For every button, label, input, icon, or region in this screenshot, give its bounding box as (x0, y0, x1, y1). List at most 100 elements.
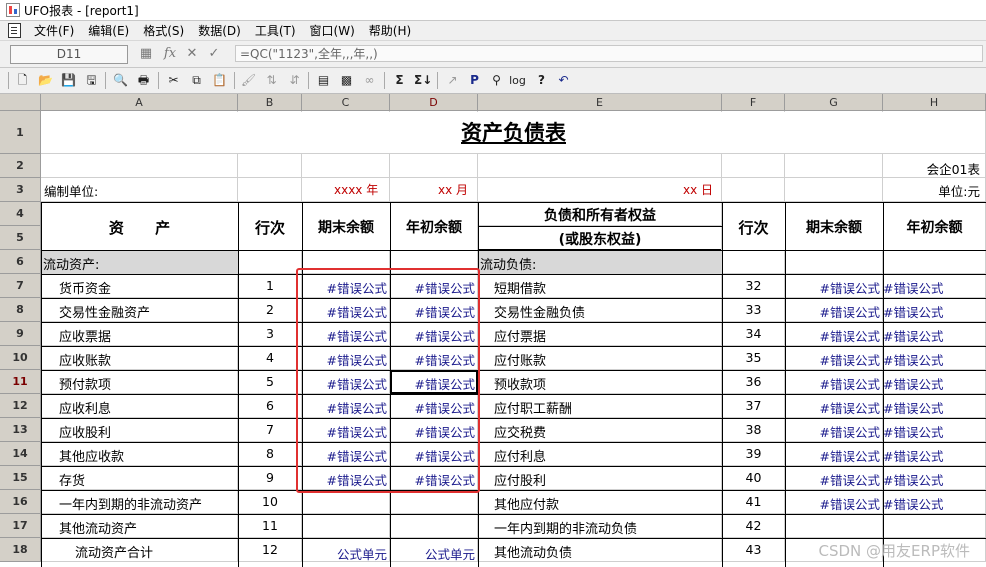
column-header-B[interactable]: B (238, 94, 302, 111)
row-header-15[interactable]: 15 (0, 466, 41, 490)
print-preview-icon[interactable]: 🔍 (112, 72, 129, 89)
sum-all-icon[interactable]: Σ↓ (414, 72, 432, 89)
liability-begin-balance[interactable]: #错误公式 (883, 278, 943, 297)
liability-begin-balance[interactable]: #错误公式 (883, 350, 943, 369)
menu-data[interactable]: 数据(D) (191, 22, 248, 39)
cell-B3[interactable] (238, 178, 302, 202)
chart-icon[interactable]: ↗ (444, 72, 461, 89)
liability-begin-balance[interactable]: #错误公式 (883, 302, 943, 321)
cell-G17[interactable] (785, 514, 883, 538)
liability-begin-balance[interactable]: #错误公式 (883, 326, 943, 345)
cell-D2[interactable] (390, 154, 478, 178)
cell-D16[interactable] (390, 490, 478, 514)
row-header-1[interactable]: 1 (0, 111, 41, 154)
row-header-10[interactable]: 10 (0, 346, 41, 370)
binoculars-icon[interactable]: ∞ (361, 72, 378, 89)
sort-desc-icon[interactable]: ⇵ (286, 72, 303, 89)
row-header-7[interactable]: 7 (0, 274, 41, 298)
menu-tools[interactable]: 工具(T) (248, 22, 303, 39)
column-header-C[interactable]: C (302, 94, 390, 111)
format-painter-icon[interactable]: 🖌 (240, 72, 257, 89)
cell-F3[interactable] (722, 178, 785, 202)
menu-help[interactable]: 帮助(H) (362, 22, 418, 39)
cell-G3[interactable] (785, 178, 883, 202)
liability-end-balance[interactable]: #错误公式 (785, 374, 880, 393)
cell-D17[interactable] (390, 514, 478, 538)
liability-end-balance[interactable]: #错误公式 (785, 422, 880, 441)
undo-icon[interactable]: ↶ (555, 72, 572, 89)
column-header-D[interactable]: D (390, 94, 478, 111)
row-header-16[interactable]: 16 (0, 490, 41, 514)
formula-input[interactable]: =QC("1123",全年,,,年,,) (235, 45, 983, 62)
sum-icon[interactable]: Σ (391, 72, 408, 89)
liability-end-balance[interactable]: #错误公式 (785, 278, 880, 297)
menu-file[interactable]: 文件(F) (27, 22, 81, 39)
insert-function-icon[interactable]: ▤ (315, 72, 332, 89)
print-icon[interactable]: 🖶 (135, 72, 152, 89)
row-header-5[interactable]: 5 (0, 226, 41, 250)
confirm-icon[interactable]: ✓ (206, 46, 222, 62)
liability-end-balance[interactable]: #错误公式 (785, 302, 880, 321)
asset-total-end[interactable]: 公式单元 (302, 544, 387, 563)
liability-begin-balance[interactable]: #错误公式 (883, 374, 943, 393)
cell-B2[interactable] (238, 154, 302, 178)
row-header-14[interactable]: 14 (0, 442, 41, 466)
cell-G2[interactable] (785, 154, 883, 178)
spreadsheet-grid[interactable]: A B C D E F G H 1 2 3 4 5 6 7 8 9 10 11 12 13 14 15 16 17 18 资产负债表… (0, 94, 986, 567)
bold-p-icon[interactable]: P (466, 72, 483, 89)
document-icon[interactable] (8, 23, 21, 38)
save-as-icon[interactable]: 🖫 (83, 72, 100, 89)
liability-end-balance[interactable]: #错误公式 (785, 446, 880, 465)
open-folder-icon[interactable]: 📂 (37, 72, 54, 89)
liability-end-balance[interactable]: #错误公式 (785, 350, 880, 369)
select-all-corner[interactable] (0, 94, 41, 111)
liability-begin-balance[interactable]: #错误公式 (883, 470, 943, 489)
row-header-12[interactable]: 12 (0, 394, 41, 418)
cell-E2[interactable] (478, 154, 722, 178)
print-setup-icon[interactable]: ⚲ (488, 72, 505, 89)
cut-icon[interactable]: ✂ (165, 72, 182, 89)
cell-F2[interactable] (722, 154, 785, 178)
cell-A2[interactable] (41, 154, 238, 178)
liability-end-balance[interactable]: #错误公式 (785, 494, 880, 513)
cell-H17[interactable] (883, 514, 986, 538)
cell-B6[interactable] (238, 250, 302, 274)
liability-begin-balance[interactable]: #错误公式 (883, 422, 943, 441)
liability-begin-balance[interactable]: #错误公式 (883, 398, 943, 417)
merge-cells-icon[interactable]: ▩ (338, 72, 355, 89)
save-icon[interactable]: 💾 (60, 72, 77, 89)
liability-begin-balance[interactable]: #错误公式 (883, 494, 943, 513)
row-header-2[interactable]: 2 (0, 154, 41, 178)
cell-F6[interactable] (722, 250, 785, 274)
column-header-G[interactable]: G (785, 94, 883, 111)
row-header-6[interactable]: 6 (0, 250, 41, 274)
liability-end-balance[interactable]: #错误公式 (785, 470, 880, 489)
menu-format[interactable]: 格式(S) (136, 22, 191, 39)
cell-C16[interactable] (302, 490, 390, 514)
cell-C2[interactable] (302, 154, 390, 178)
asset-total-begin[interactable]: 公式单元 (390, 544, 475, 563)
active-cell-D11[interactable] (390, 370, 478, 394)
fx-icon[interactable]: fx (162, 46, 178, 62)
cell-C17[interactable] (302, 514, 390, 538)
liability-end-balance[interactable]: #错误公式 (785, 398, 880, 417)
row-header-13[interactable]: 13 (0, 418, 41, 442)
row-header-11[interactable]: 11 (0, 370, 41, 394)
column-header-F[interactable]: F (722, 94, 785, 111)
cell-G6[interactable] (785, 250, 883, 274)
row-header-9[interactable]: 9 (0, 322, 41, 346)
new-file-icon[interactable]: 🗋 (14, 72, 31, 89)
column-header-E[interactable]: E (478, 94, 722, 111)
row-header-18[interactable]: 18 (0, 538, 41, 562)
cancel-icon[interactable]: ✕ (184, 46, 200, 62)
cell-reference-box[interactable]: D11 (10, 45, 128, 64)
menu-edit[interactable]: 编辑(E) (81, 22, 136, 39)
row-header-17[interactable]: 17 (0, 514, 41, 538)
row-header-4[interactable]: 4 (0, 202, 41, 226)
log-icon[interactable]: log (509, 72, 526, 89)
liability-begin-balance[interactable]: #错误公式 (883, 446, 943, 465)
liability-end-balance[interactable]: #错误公式 (785, 326, 880, 345)
row-header-8[interactable]: 8 (0, 298, 41, 322)
column-header-A[interactable]: A (41, 94, 238, 111)
grid-icon[interactable]: ▦ (138, 46, 154, 62)
